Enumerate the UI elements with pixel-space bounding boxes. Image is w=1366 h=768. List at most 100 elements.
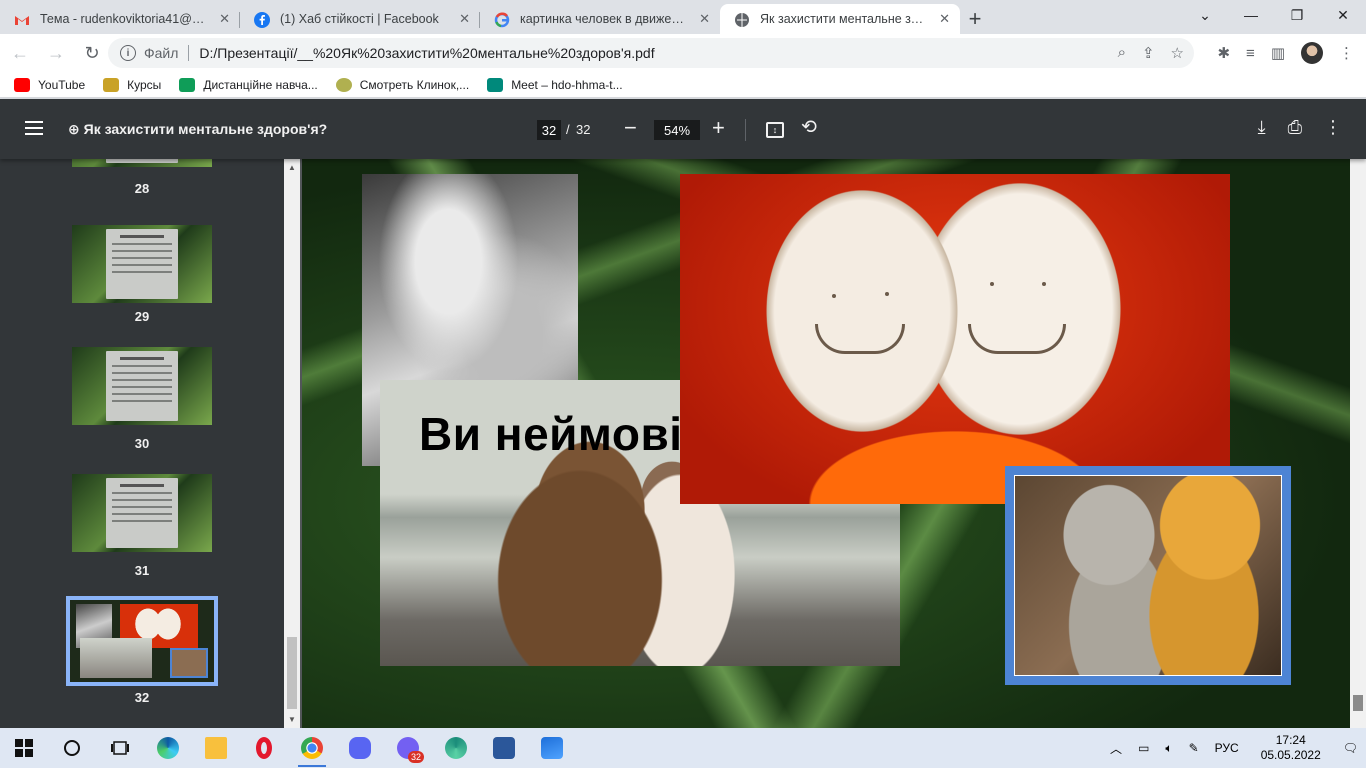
file-explorer-icon[interactable] [192,728,240,768]
thumbnail-page-30[interactable] [72,347,212,425]
task-view-icon[interactable] [96,728,144,768]
courses-icon [103,77,120,92]
edge-icon[interactable] [144,728,192,768]
bookmark-anime[interactable]: Смотреть Клинок,... [335,77,470,92]
thumbnail-label: 30 [134,436,150,451]
sidebar-scrollbar[interactable]: ▲ ▼ [284,159,300,728]
page-total: 32 [576,122,591,137]
eye-mark [990,282,994,286]
windows-taskbar: 32 ︿ ▭ 🔈︎ ✎ РУС 17:24 05.05.2022 🗨︎ [0,728,1366,768]
tab-title: (1) Хаб стійкості | Facebook [280,12,439,26]
back-button[interactable]: ← [4,37,36,69]
chrome-icon[interactable] [288,728,336,768]
close-icon[interactable]: ✕ [459,11,470,27]
document-title: ⊕ Як захистити ментальне здоров'я? [68,121,327,138]
close-window-button[interactable]: ✕ [1320,0,1366,30]
smile-mark [815,324,905,354]
tab-search-icon[interactable]: ⌄ [1182,0,1228,30]
bookmark-distance-learning[interactable]: Дистанційне навча... [179,77,318,92]
photos-icon[interactable] [528,728,576,768]
bookmark-star-icon[interactable]: ☆ [1171,44,1184,62]
reload-button[interactable]: ↻ [76,37,108,69]
thumbnail-label: 29 [134,309,150,324]
close-icon[interactable]: ✕ [939,11,950,27]
eye-mark [885,292,889,296]
zoom-out-button[interactable]: − [624,115,637,141]
chevron-up-icon[interactable]: ︿ [1110,740,1122,757]
bookmark-youtube[interactable]: YouTube [14,77,85,92]
tab-strip: Тема - rudenkoviktoria41@gmail... ✕ (1) … [0,0,1366,34]
divider [188,45,190,61]
scroll-thumb[interactable] [287,637,297,709]
opera-icon[interactable] [240,728,288,768]
media-control-icon[interactable]: ≡ [1246,45,1255,62]
globe-icon: ⊕ [68,121,80,137]
pen-icon[interactable]: ✎ [1189,741,1199,755]
thumbnail-label: 32 [134,690,150,705]
notifications-icon[interactable]: 🗨︎ [1343,741,1358,755]
edge-canary-icon[interactable] [432,728,480,768]
extensions-icon[interactable]: ✱ [1217,44,1230,62]
minimize-button[interactable]: — [1228,0,1274,30]
scroll-up-arrow[interactable]: ▲ [288,163,296,172]
thumbnail-page-28[interactable] [72,159,212,167]
more-options-icon[interactable]: ⋮ [1324,117,1342,138]
discord-icon[interactable] [336,728,384,768]
print-icon[interactable]: ⎙ [1288,117,1302,138]
clock-time: 17:24 [1275,733,1306,747]
windows-start-icon[interactable] [0,728,48,768]
plush-cats-photo [1005,466,1291,685]
bookmark-courses[interactable]: Курсы [103,77,161,92]
thumbnail-page-32[interactable] [66,596,218,686]
tab-title: Як захистити ментальне здор... [760,12,928,26]
browser-toolbar: ← → ↻ i Файл D:/Презентації/__%20Як%20за… [0,34,1366,72]
scroll-down-arrow[interactable]: ▼ [288,715,296,724]
side-panel-icon[interactable]: ▥ [1271,44,1285,62]
bookmark-meet[interactable]: Meet – hdo-hhma-t... [487,77,623,92]
language-indicator[interactable]: РУС [1215,741,1239,755]
mini-photo [80,638,152,678]
fit-to-page-icon[interactable]: ↕ [766,122,784,138]
tab-facebook[interactable]: (1) Хаб стійкості | Facebook ✕ [240,4,480,34]
viewer-scrollbar[interactable] [1350,159,1366,728]
pdf-toolbar: ⊕ Як захистити ментальне здоров'я? 32 / … [0,99,1366,159]
close-icon[interactable]: ✕ [699,11,710,27]
restore-button[interactable]: ❐ [1274,0,1320,30]
menu-hamburger-icon[interactable] [25,121,43,135]
info-icon[interactable]: i [120,45,136,61]
thumbnail-label: 31 [134,563,150,578]
rotate-icon[interactable]: ⟲ [801,116,817,139]
globe-icon [734,12,750,28]
bookmark-label: Смотреть Клинок,... [359,77,470,92]
page-number-input[interactable]: 32 [537,120,561,140]
new-tab-button[interactable]: + [960,4,990,34]
close-icon[interactable]: ✕ [219,11,230,27]
tab-gmail[interactable]: Тема - rudenkoviktoria41@gmail... ✕ [0,4,240,34]
window-controls: ⌄ — ❐ ✕ [1182,0,1366,30]
eye-mark [832,294,836,298]
download-icon[interactable]: ⤓ [1258,117,1266,138]
slide-preview [106,229,178,299]
viber-icon[interactable]: 32 [384,728,432,768]
menu-kebab-icon[interactable]: ⋮ [1339,44,1354,62]
notification-badge: 32 [407,751,424,763]
share-icon[interactable]: ⇪ [1142,44,1155,62]
battery-icon[interactable]: ▭ [1138,741,1149,755]
tab-google[interactable]: картинка человек в движении - ✕ [480,4,720,34]
zoom-magnifier-icon[interactable]: ⌕ [1118,44,1126,62]
tab-pdf-active[interactable]: Як захистити ментальне здор... ✕ [720,4,960,34]
address-bar[interactable]: i Файл D:/Презентації/__%20Як%20захистит… [108,38,1194,68]
volume-icon[interactable]: 🔈︎ [1165,741,1172,756]
bookmark-label: Дистанційне навча... [203,77,318,92]
thumbnail-page-31[interactable] [72,474,212,552]
scroll-thumb[interactable] [1353,695,1363,711]
search-circle-icon[interactable] [48,728,96,768]
zoom-in-button[interactable]: + [712,115,725,141]
clock[interactable]: 17:24 05.05.2022 [1261,733,1321,763]
word-icon[interactable] [480,728,528,768]
avatar[interactable] [1301,42,1323,64]
thumbnail-page-29[interactable] [72,225,212,303]
zoom-input[interactable]: 54% [654,120,700,140]
forward-button[interactable]: → [40,37,72,69]
divider [745,119,746,141]
